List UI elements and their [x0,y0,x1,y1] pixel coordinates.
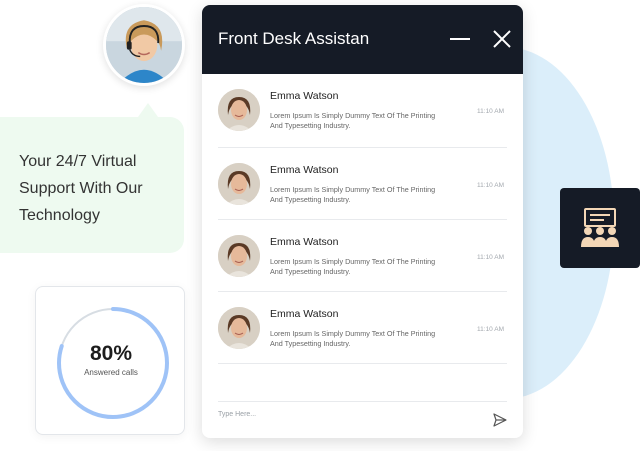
contact-name: Emma Watson [270,164,339,176]
close-icon [493,30,511,48]
tagline-text: Your 24/7 Virtual Support With Our Techn… [19,153,143,224]
answered-calls-label: Answered calls [84,368,138,377]
answered-calls-value: 80% [89,342,133,365]
message-time: 11:10 AM [477,254,504,261]
message-preview: Lorem Ipsum Is Simply Dummy Text Of The … [270,111,436,130]
chat-list-item[interactable]: Emma Watson Lorem Ipsum Is Simply Dummy … [218,292,507,364]
chat-list-item[interactable]: Emma Watson Lorem Ipsum Is Simply Dummy … [218,148,507,220]
contact-name: Emma Watson [270,236,339,248]
chat-input-area: Type Here... [218,401,507,437]
group-meeting-icon [581,208,619,247]
contact-avatar [218,163,260,205]
minimize-button[interactable] [448,27,472,51]
group-meeting-tile[interactable] [560,188,640,268]
message-time: 11:10 AM [477,182,504,189]
chat-list-item[interactable]: Emma Watson Lorem Ipsum Is Simply Dummy … [218,220,507,292]
contact-name: Emma Watson [270,308,339,320]
contact-name: Emma Watson [270,90,339,102]
message-time: 11:10 AM [477,108,504,115]
contact-avatar [218,89,260,131]
contact-avatar [218,307,260,349]
chat-header: Front Desk Assistan [202,5,523,74]
send-icon [493,413,507,427]
chat-title: Front Desk Assistan [218,29,370,48]
close-button[interactable] [490,27,514,51]
chat-window: Front Desk Assistan Emma Watson Lorem Ip… [202,5,523,438]
message-input[interactable]: Type Here... [218,411,268,431]
chat-list-item[interactable]: Emma Watson Lorem Ipsum Is Simply Dummy … [218,74,507,148]
contact-avatar [218,235,260,277]
send-button[interactable] [493,413,507,427]
chat-list: Emma Watson Lorem Ipsum Is Simply Dummy … [202,74,523,364]
message-preview: Lorem Ipsum Is Simply Dummy Text Of The … [270,185,436,204]
support-agent-avatar-icon [103,4,185,86]
answered-calls-card: 80% Answered calls [35,286,185,435]
message-preview: Lorem Ipsum Is Simply Dummy Text Of The … [270,257,436,276]
minimize-icon [450,38,470,40]
message-time: 11:10 AM [477,326,504,333]
tagline-bubble: Your 24/7 Virtual Support With Our Techn… [0,103,184,253]
message-preview: Lorem Ipsum Is Simply Dummy Text Of The … [270,329,436,348]
